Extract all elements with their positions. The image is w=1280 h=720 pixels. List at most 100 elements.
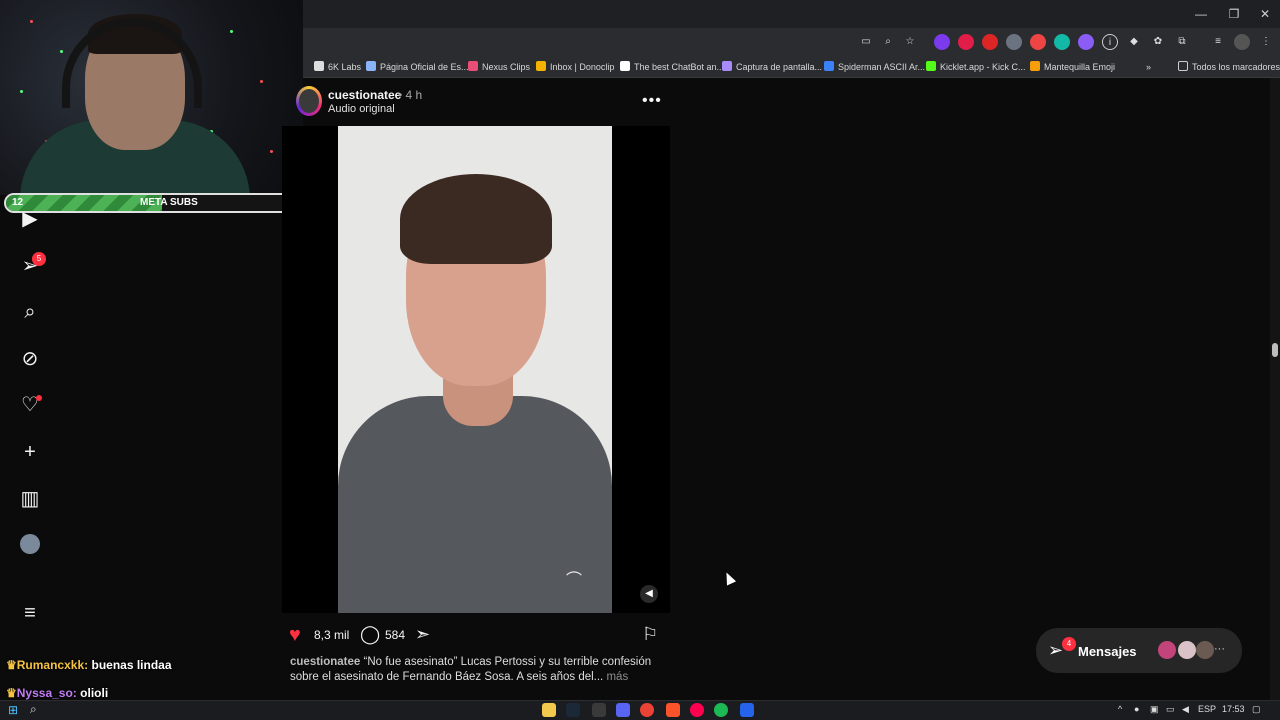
- dashboard-icon[interactable]: ▥: [18, 487, 42, 511]
- bookmarks-overflow-button[interactable]: »: [1146, 59, 1151, 75]
- info-icon[interactable]: i: [1102, 34, 1118, 50]
- windows-start-icon[interactable]: ⊞: [8, 703, 18, 717]
- crown-icon: ♛: [6, 686, 17, 700]
- adblock-icon[interactable]: [982, 34, 998, 50]
- extension-icon[interactable]: [1006, 34, 1022, 50]
- zoom-icon[interactable]: ⌕: [880, 34, 896, 50]
- bookmark-star-icon[interactable]: ☆: [902, 34, 918, 50]
- app-icon[interactable]: [592, 703, 606, 717]
- minimize-button[interactable]: —: [1186, 4, 1216, 24]
- post-caption: cuestionatee “No fue asesinato” Lucas Pe…: [290, 655, 660, 685]
- chat-username: Nyssa_so:: [16, 686, 77, 700]
- more-avatars-icon: ···: [1214, 643, 1225, 655]
- avatar: [1158, 641, 1176, 659]
- tray-icon[interactable]: ▣: [1150, 704, 1159, 715]
- steam-icon[interactable]: [566, 703, 580, 717]
- cast-icon[interactable]: ▭: [858, 34, 874, 50]
- restore-button[interactable]: ❐: [1219, 4, 1249, 24]
- language-indicator[interactable]: ESP: [1198, 704, 1216, 714]
- network-icon[interactable]: ▭: [1166, 704, 1175, 715]
- bookmark-item[interactable]: Inbox | Donoclip: [536, 59, 614, 75]
- bookmark-item[interactable]: Spiderman ASCII Ar...: [824, 59, 925, 75]
- chat-username: Rumancxkk:: [16, 658, 89, 672]
- tab-search-icon[interactable]: ≡: [1210, 34, 1226, 50]
- search-icon[interactable]: ⌕: [30, 702, 37, 717]
- bookmark-favicon-icon: [468, 61, 478, 71]
- bookmark-favicon-icon: [1030, 61, 1040, 71]
- like-heart-icon[interactable]: ♥: [289, 624, 301, 647]
- messages-badge: 4: [1062, 637, 1076, 651]
- bookmark-favicon-icon: [536, 61, 546, 71]
- extension-icon[interactable]: ◆: [1126, 34, 1142, 50]
- caption-username[interactable]: cuestionatee: [290, 656, 360, 668]
- bookmark-item[interactable]: The best ChatBot an...: [620, 59, 724, 75]
- spotify-icon[interactable]: [714, 703, 728, 717]
- meta-subs-label: META SUBS: [140, 197, 198, 208]
- search-icon[interactable]: ⌕: [18, 300, 42, 324]
- mic-icon[interactable]: ●: [1134, 704, 1139, 714]
- file-explorer-icon[interactable]: [542, 703, 556, 717]
- post-time: • 4 h: [398, 88, 423, 102]
- brave-icon[interactable]: [666, 703, 680, 717]
- avatar: [1178, 641, 1196, 659]
- messages-badge: 5: [32, 252, 46, 266]
- bookmark-item[interactable]: Mantequilla Emoji: [1030, 59, 1115, 75]
- extension-icon[interactable]: [1054, 34, 1070, 50]
- profile-avatar-icon[interactable]: [1234, 34, 1250, 50]
- save-bookmark-icon[interactable]: ⚐: [642, 624, 658, 645]
- extension-icon[interactable]: [1078, 34, 1094, 50]
- chat-message: ♛Rumancxkk: buenas lindaa: [6, 658, 172, 672]
- avatar[interactable]: [299, 89, 319, 113]
- folder-icon: [1178, 61, 1188, 71]
- chat-text: buenas lindaa: [91, 658, 172, 672]
- comment-icon[interactable]: ◯: [360, 624, 380, 645]
- chat-text: olioli: [80, 686, 109, 700]
- post-username[interactable]: cuestionatee: [328, 88, 401, 102]
- extension-icon[interactable]: [1030, 34, 1046, 50]
- chrome-icon[interactable]: [640, 703, 654, 717]
- notification-dot: [36, 395, 42, 401]
- messages-label: Mensajes: [1078, 644, 1137, 659]
- volume-icon[interactable]: ◀: [1182, 704, 1189, 715]
- bookmark-favicon-icon: [722, 61, 732, 71]
- scrollbar-thumb[interactable]: [1272, 343, 1278, 357]
- bookmark-item[interactable]: Página Oficial de Es...: [366, 59, 469, 75]
- close-button[interactable]: ✕: [1250, 4, 1280, 24]
- explore-icon[interactable]: ⊘: [18, 347, 42, 371]
- webcam-overlay: [0, 0, 303, 195]
- share-icon[interactable]: ➣: [415, 624, 430, 645]
- app-icon[interactable]: [690, 703, 704, 717]
- crown-icon: ♛: [6, 658, 17, 672]
- bookmark-item[interactable]: Captura de pantalla...: [722, 59, 822, 75]
- bookmark-favicon-icon: [824, 61, 834, 71]
- post-audio[interactable]: Audio original: [328, 103, 395, 115]
- scrollbar[interactable]: [1270, 78, 1280, 700]
- extensions-puzzle-icon[interactable]: ⧉: [1174, 34, 1190, 50]
- chat-message: ♛Nyssa_so: olioli: [6, 686, 108, 700]
- likes-count: 8,3 mil: [314, 628, 350, 642]
- kebab-menu-icon[interactable]: ⋮: [1258, 34, 1274, 50]
- more-options-icon[interactable]: •••: [642, 92, 662, 110]
- extension-icon[interactable]: [958, 34, 974, 50]
- app-icon[interactable]: [740, 703, 754, 717]
- create-icon[interactable]: +: [18, 440, 42, 464]
- tray-chevron-icon[interactable]: ^: [1118, 704, 1122, 714]
- bookmark-item[interactable]: 6K Labs: [314, 59, 361, 75]
- menu-icon[interactable]: ≡: [18, 601, 42, 625]
- direct-icon: ➢: [1048, 640, 1064, 660]
- extension-icon[interactable]: ✿: [1150, 34, 1166, 50]
- bookmark-item[interactable]: Kicklet.app - Kick C...: [926, 59, 1026, 75]
- mouse-cursor-icon: [721, 570, 737, 586]
- notifications-icon[interactable]: ▢: [1252, 704, 1261, 715]
- volume-icon[interactable]: ◀: [640, 585, 658, 603]
- reels-icon[interactable]: ▶︎: [18, 207, 42, 231]
- reel-video-frame[interactable]: ⌒: [338, 126, 612, 613]
- all-bookmarks-button[interactable]: Todos los marcadores: [1178, 59, 1280, 75]
- extension-icon[interactable]: [934, 34, 950, 50]
- bookmark-favicon-icon: [620, 61, 630, 71]
- caption-more-link[interactable]: más: [606, 671, 628, 683]
- clock[interactable]: 17:53: [1222, 704, 1245, 714]
- discord-icon[interactable]: [616, 703, 630, 717]
- bookmark-item[interactable]: Nexus Clips: [468, 59, 530, 75]
- profile-icon[interactable]: [20, 534, 40, 554]
